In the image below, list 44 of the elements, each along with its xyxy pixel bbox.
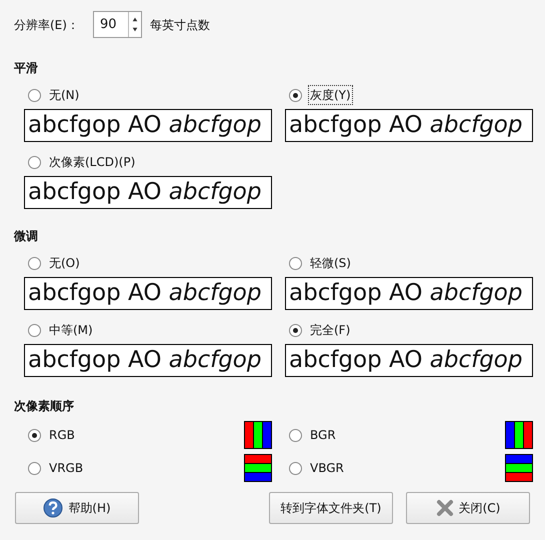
resolution-label: 分辨率(E)： bbox=[14, 16, 79, 34]
resolution-spinbox[interactable]: 90 bbox=[92, 11, 142, 38]
subpixel-heading: 次像素顺序 bbox=[13, 399, 74, 413]
radio-button[interactable] bbox=[28, 324, 41, 336]
radio-button[interactable] bbox=[28, 88, 41, 102]
radio-button[interactable] bbox=[28, 462, 41, 474]
font-sample: abcfgop AO abcfgop bbox=[289, 349, 522, 372]
radio-button[interactable] bbox=[289, 324, 302, 336]
option-label[interactable]: 灰度(Y) bbox=[308, 85, 353, 105]
smoothing-heading: 平滑 bbox=[13, 60, 39, 77]
option-label[interactable]: 次像素(LCD)(P) bbox=[47, 152, 138, 172]
radio-button[interactable] bbox=[289, 462, 302, 474]
help-icon bbox=[43, 498, 64, 518]
option-label[interactable]: VBGR bbox=[310, 459, 344, 477]
open-folder-button[interactable]: 转到字体文件夹(T) bbox=[269, 492, 393, 524]
option-label[interactable]: 完全(F) bbox=[308, 320, 352, 340]
font-sample: abcfgop AO abcfgop bbox=[28, 181, 262, 204]
hinting-heading: 微调 bbox=[12, 229, 38, 243]
font-sample: abcfgop AO abcfgop bbox=[289, 114, 522, 137]
font-sample: abcfgop AO abcfgop bbox=[28, 114, 262, 137]
radio-button[interactable] bbox=[289, 256, 302, 270]
subpixel-order-icon bbox=[244, 454, 272, 482]
font-sample: abcfgop AO abcfgop bbox=[28, 282, 262, 305]
font-sample: abcfgop AO abcfgop bbox=[289, 282, 522, 305]
close-icon bbox=[436, 499, 454, 517]
radio-button[interactable] bbox=[28, 428, 41, 442]
close-button[interactable]: 关闭(C) bbox=[406, 492, 530, 524]
radio-button[interactable] bbox=[289, 88, 302, 102]
option-label[interactable]: 无(N) bbox=[47, 85, 82, 105]
radio-button[interactable] bbox=[289, 428, 302, 442]
option-label[interactable]: VRGB bbox=[49, 459, 84, 477]
option-label[interactable]: 中等(M) bbox=[47, 320, 95, 340]
option-label[interactable]: 无(O) bbox=[47, 253, 82, 273]
subpixel-order-icon bbox=[244, 421, 272, 449]
subpixel-order-icon bbox=[505, 421, 533, 449]
option-label[interactable]: 轻微(S) bbox=[308, 253, 353, 273]
radio-button[interactable] bbox=[28, 256, 41, 270]
option-label[interactable]: RGB bbox=[49, 426, 75, 444]
unit-label: 每英寸点数 bbox=[150, 16, 210, 34]
font-sample: abcfgop AO abcfgop bbox=[28, 349, 262, 372]
option-label[interactable]: BGR bbox=[310, 426, 336, 444]
help-button[interactable]: 帮助(H) bbox=[15, 492, 139, 524]
subpixel-order-icon bbox=[505, 454, 533, 482]
radio-button[interactable] bbox=[28, 156, 41, 168]
